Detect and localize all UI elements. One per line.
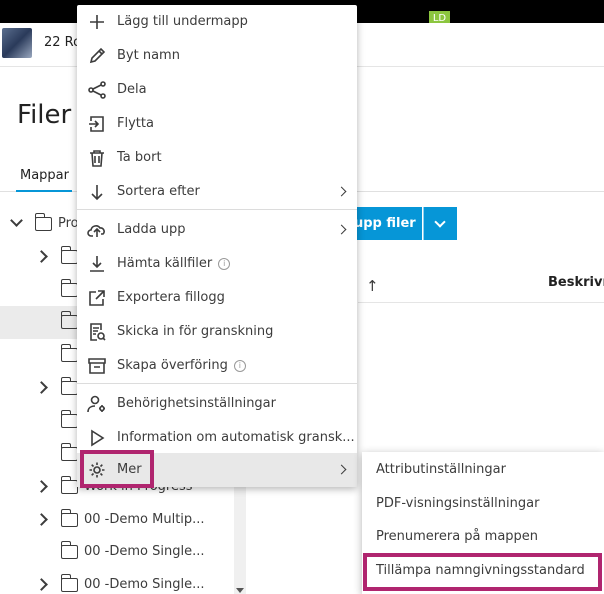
chevron-down-icon[interactable] — [10, 214, 23, 227]
submenu-item-label: Prenumerera på mappen — [376, 529, 539, 544]
share-icon — [88, 81, 106, 99]
export-icon — [89, 290, 105, 306]
folder-icon — [34, 213, 52, 231]
info-icon[interactable]: i — [233, 360, 246, 372]
submenu-item-subscribe[interactable]: Prenumerera på mappen — [362, 520, 604, 554]
folder-icon — [60, 344, 78, 362]
user-gear-icon — [87, 395, 105, 413]
context-menu: Lägg till undermapp Byt namn Dela Flytta… — [77, 5, 357, 487]
pencil-icon — [89, 47, 106, 64]
chevron-right-icon — [336, 224, 347, 235]
project-thumbnail[interactable] — [2, 28, 32, 58]
sort-arrow-up-icon[interactable]: ↑ — [366, 277, 379, 295]
tree-item-label: 00 -Demo Single... — [84, 544, 205, 559]
chevron-right-icon[interactable] — [35, 578, 48, 591]
menu-item-label: Ta bort — [117, 150, 162, 165]
plus-icon — [90, 15, 104, 29]
menu-item-share[interactable]: Dela — [77, 73, 357, 107]
highlight-more — [80, 450, 154, 488]
menu-item-label: Skapa överföring i — [117, 358, 246, 373]
chevron-right-icon[interactable] — [35, 480, 48, 493]
menu-item-export-log[interactable]: Exportera fillogg — [77, 281, 357, 315]
active-tab-indicator — [16, 190, 72, 192]
scroll-down-arrow-icon[interactable] — [236, 588, 244, 593]
chevron-right-icon[interactable] — [35, 381, 48, 394]
tree-item-label: 00 -Demo Single... — [84, 577, 205, 592]
move-icon — [89, 116, 104, 132]
arrow-down-icon — [91, 185, 103, 201]
tab-folders[interactable]: Mappar — [20, 168, 69, 183]
menu-item-add-subfolder[interactable]: Lägg till undermapp — [77, 5, 357, 39]
tree-item-label: Pro — [58, 216, 79, 231]
menu-divider — [77, 383, 357, 384]
review-icon — [90, 323, 106, 341]
table-header: ↑ Beskrivni — [358, 265, 604, 303]
submenu-item-label: Attributinställningar — [376, 462, 506, 477]
menu-item-label: Dela — [117, 82, 147, 97]
menu-item-label: Behörighetsinställningar — [117, 396, 276, 411]
menu-item-create-transfer[interactable]: Skapa överföring i — [77, 349, 357, 383]
tree-item[interactable]: 00 -Demo Single... — [0, 536, 234, 569]
menu-item-submit-review[interactable]: Skicka in för granskning — [77, 315, 357, 349]
menu-item-upload[interactable]: Ladda upp — [77, 213, 357, 247]
folder-icon — [60, 279, 78, 297]
folder-icon — [60, 541, 78, 559]
archive-icon — [88, 358, 106, 374]
menu-divider — [77, 209, 357, 210]
chevron-right-icon[interactable] — [35, 513, 48, 526]
menu-item-label: Ladda upp — [117, 222, 186, 237]
folder-icon — [60, 377, 78, 395]
chevron-right-icon[interactable] — [35, 250, 48, 263]
chevron-down-icon — [434, 216, 446, 228]
menu-item-label: Hämta källfiler i — [117, 256, 231, 271]
menu-item-move[interactable]: Flytta — [77, 107, 357, 141]
page-title: Filer — [17, 100, 72, 130]
folder-icon — [60, 509, 78, 527]
folder-icon — [60, 443, 78, 461]
menu-item-download-sources[interactable]: Hämta källfiler i — [77, 247, 357, 281]
column-header-description[interactable]: Beskrivni — [548, 275, 604, 290]
menu-item-label: Byt namn — [117, 48, 180, 63]
highlight-naming-standard — [363, 553, 602, 591]
tree-item[interactable]: 00 -Demo Single... — [0, 569, 234, 594]
folder-icon — [60, 574, 78, 592]
menu-item-permissions[interactable]: Behörighetsinställningar — [77, 387, 357, 421]
download-icon — [90, 256, 104, 272]
folder-icon — [60, 311, 78, 329]
menu-item-sort-by[interactable]: Sortera efter — [77, 175, 357, 209]
submenu-item-attribute-settings[interactable]: Attributinställningar — [362, 453, 604, 487]
trash-icon — [90, 150, 104, 167]
menu-item-label: Skicka in för granskning — [117, 324, 274, 339]
folder-icon — [60, 246, 78, 264]
folder-icon — [60, 476, 78, 494]
menu-item-label: Information om automatisk gransk... — [117, 430, 355, 445]
menu-item-label: Sortera efter — [117, 184, 200, 199]
chevron-right-icon — [336, 464, 347, 475]
tree-item[interactable]: 00 -Demo Multip... — [0, 504, 234, 537]
folder-icon — [60, 410, 78, 428]
play-icon — [91, 429, 105, 447]
upload-dropdown-button[interactable] — [423, 207, 457, 240]
tree-item-label: 00 -Demo Multip... — [84, 512, 205, 527]
submenu-item-label: PDF-visningsinställningar — [376, 496, 540, 511]
submenu-item-pdf-settings[interactable]: PDF-visningsinställningar — [362, 487, 604, 521]
menu-item-label: Exportera fillogg — [117, 290, 225, 305]
project-name[interactable]: 22 Ro — [44, 35, 81, 50]
info-icon[interactable]: i — [218, 258, 231, 270]
menu-item-label: Flytta — [117, 116, 154, 131]
menu-item-rename[interactable]: Byt namn — [77, 39, 357, 73]
menu-item-label: Lägg till undermapp — [117, 14, 248, 29]
menu-item-delete[interactable]: Ta bort — [77, 141, 357, 175]
chevron-right-icon — [336, 186, 347, 197]
cloud-upload-icon — [87, 225, 105, 237]
